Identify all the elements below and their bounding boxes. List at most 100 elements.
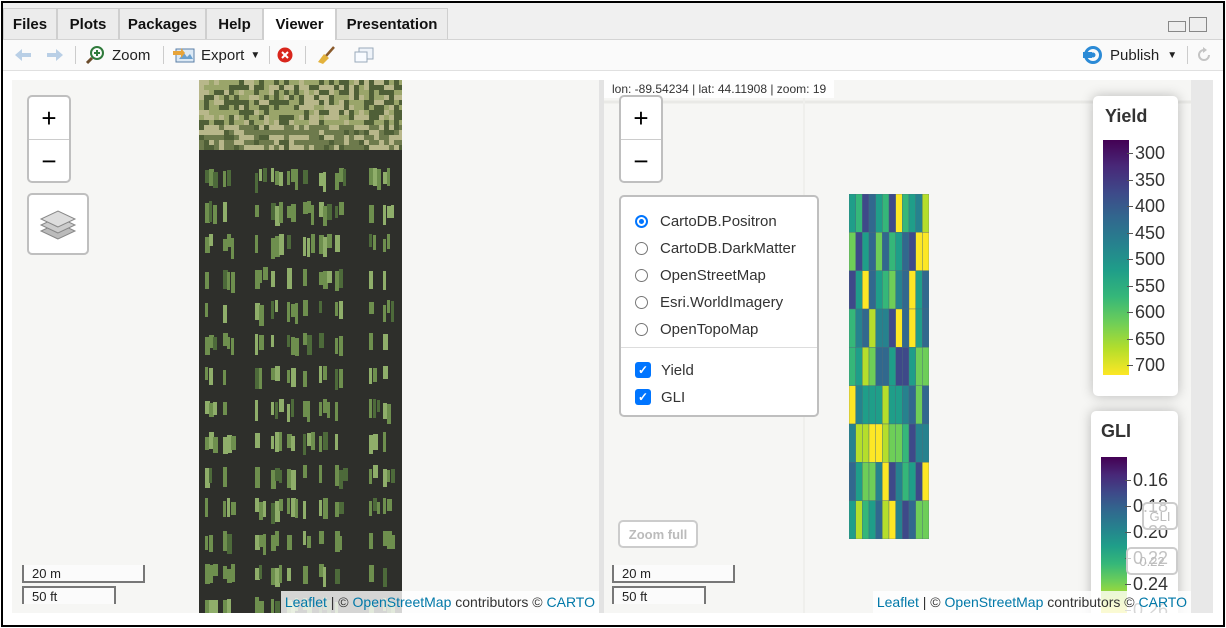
plot-cell[interactable] [849,270,856,310]
plot-cell[interactable] [855,423,863,463]
plot-cell[interactable] [849,423,856,463]
minimize-icon[interactable] [1168,21,1186,32]
plot-cell[interactable] [849,385,856,425]
plot-cell[interactable] [902,347,910,386]
radio[interactable] [635,241,648,255]
plot-cell[interactable] [922,232,929,271]
plot-cell[interactable] [895,423,903,463]
radio[interactable] [635,322,648,336]
zoom-in-button[interactable]: + [29,97,69,140]
plot-cell[interactable] [902,308,910,348]
radio[interactable] [635,295,648,309]
plot-cell[interactable] [922,500,929,539]
ghost-legend-button[interactable]: 0.22 [1126,547,1178,575]
plot-cell[interactable] [915,194,923,233]
plot-cell[interactable] [895,232,903,271]
plot-cell[interactable] [895,308,903,348]
base-layer-option[interactable]: OpenStreetMap [635,264,766,286]
plot-cell[interactable] [882,232,890,271]
map-right[interactable]: lon: -89.54234 | lat: 44.11908 | zoom: 1… [604,80,1191,613]
plot-cell[interactable] [849,232,856,271]
plot-cell[interactable] [888,423,896,463]
plot-cell[interactable] [849,308,856,348]
plot-cell[interactable] [882,423,890,463]
plot-cell[interactable] [888,232,896,271]
plot-cell[interactable] [875,500,883,539]
plot-cell[interactable] [922,194,929,233]
plot-cell[interactable] [908,347,916,386]
plot-cell[interactable] [908,500,916,539]
plot-cell[interactable] [888,347,896,386]
plot-cell[interactable] [882,385,890,425]
plot-cell[interactable] [908,423,916,463]
tab-files[interactable]: Files [3,8,57,39]
plot-cell[interactable] [882,500,890,539]
zoom-out-button[interactable]: − [29,140,69,182]
plot-cell[interactable] [915,423,923,463]
yield-plots-layer[interactable] [849,194,929,539]
export-button[interactable]: Export ▼ [173,40,260,70]
radio[interactable] [635,268,648,282]
plot-cell[interactable] [888,194,896,233]
base-layer-option[interactable]: CartoDB.Positron [635,210,777,232]
plot-cell[interactable] [875,347,883,386]
plot-cell[interactable] [908,270,916,310]
plot-cell[interactable] [908,308,916,348]
plot-cell[interactable] [868,308,876,348]
zoom-out-button[interactable]: − [621,140,661,182]
plot-cell[interactable] [868,385,876,425]
map-left[interactable]: + − 20 m 50 ft Leaflet | © OpenStreetMap… [12,80,599,613]
tab-presentation[interactable]: Presentation [336,8,448,39]
plot-cell[interactable] [862,347,870,386]
plot-cell[interactable] [888,500,896,539]
checkbox-checked[interactable]: ✓ [635,362,651,378]
plot-cell[interactable] [855,462,863,501]
plot-cell[interactable] [908,232,916,271]
publish-button[interactable]: Publish ▼ [1081,40,1177,70]
osm-link[interactable]: OpenStreetMap [353,594,452,610]
plot-cell[interactable] [875,423,883,463]
forward-arrow-icon[interactable] [45,40,65,70]
plot-cell[interactable] [875,308,883,348]
plot-cell[interactable] [875,270,883,310]
plot-cell[interactable] [855,270,863,310]
checkbox-checked[interactable]: ✓ [635,389,651,405]
plot-cell[interactable] [868,423,876,463]
zoom-button[interactable]: Zoom [85,40,150,70]
tab-help[interactable]: Help [206,8,263,39]
plot-cell[interactable] [882,308,890,348]
plot-cell[interactable] [875,232,883,271]
plot-cell[interactable] [888,462,896,501]
base-layer-option[interactable]: CartoDB.DarkMatter [635,237,796,259]
plot-cell[interactable] [875,385,883,425]
plot-cell[interactable] [922,308,929,348]
clear-viewer-button[interactable] [276,40,294,70]
base-layer-option[interactable]: Esri.WorldImagery [635,291,783,313]
refresh-button[interactable] [1195,40,1213,70]
plot-cell[interactable] [862,385,870,425]
plot-cell[interactable] [922,347,929,386]
plot-cell[interactable] [862,194,870,233]
plot-cell[interactable] [855,194,863,233]
plot-cell[interactable] [895,462,903,501]
plot-cell[interactable] [862,270,870,310]
plot-cell[interactable] [882,270,890,310]
plot-cell[interactable] [888,385,896,425]
plot-cell[interactable] [882,194,890,233]
plot-cell[interactable] [922,423,929,463]
plot-cell[interactable] [915,270,923,310]
plot-cell[interactable] [849,500,856,539]
plot-cell[interactable] [895,500,903,539]
overlay-option-yield[interactable]: ✓ Yield [635,359,694,381]
plot-cell[interactable] [915,347,923,386]
layers-button[interactable] [27,193,89,255]
plot-cell[interactable] [862,500,870,539]
splitter[interactable] [599,80,604,613]
plot-cell[interactable] [915,385,923,425]
plot-cell[interactable] [868,462,876,501]
plot-cell[interactable] [895,347,903,386]
ghost-legend-button[interactable]: GLI [1142,502,1178,530]
plot-cell[interactable] [895,385,903,425]
plot-cell[interactable] [915,500,923,539]
overlay-option-gli[interactable]: ✓ GLI [635,386,685,408]
